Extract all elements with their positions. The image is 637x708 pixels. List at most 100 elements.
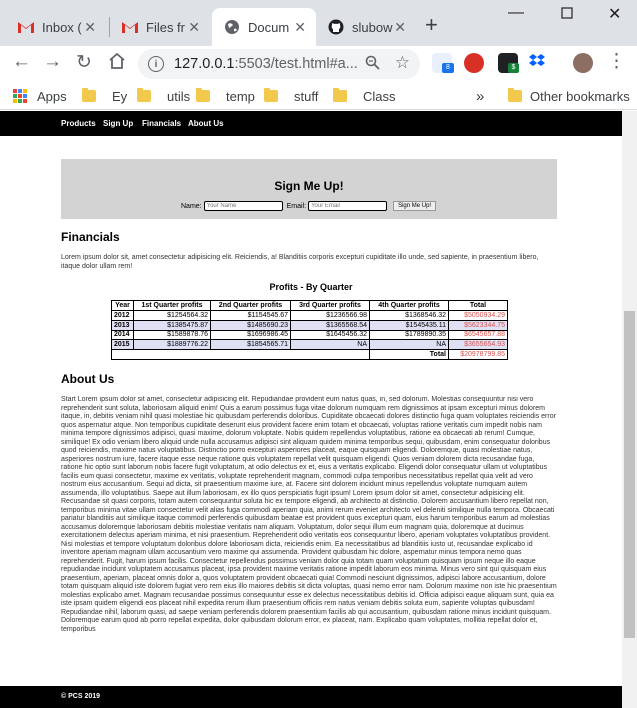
zoom-icon[interactable] [365,55,380,73]
bookmarks-overflow-icon[interactable]: » [476,86,484,106]
table-cell: NA [290,339,370,351]
globe-icon [224,19,240,35]
bookmark-folder[interactable]: stuff [264,86,318,106]
folder-icon [82,88,96,102]
bookmark-label: Apps [37,88,67,104]
table-cell-total: $5050934.29 [448,310,508,321]
bookmark-label: stuff [294,88,319,104]
page-viewport: Products Sign Up Financials About Us Sig… [0,111,622,708]
nav-link-products[interactable]: Products [61,119,96,128]
bookmarks-bar: Apps Ey utils temp stuff Class » Other b… [0,82,637,110]
folder-icon [264,88,278,102]
financials-heading: Financials [61,230,120,244]
home-icon[interactable] [108,52,126,75]
back-icon[interactable]: ← [12,51,31,73]
signup-submit-button[interactable]: Sign Me Up! [393,201,437,211]
nav-link-about-us[interactable]: About Us [188,119,224,128]
bookmark-star-icon[interactable]: ☆ [395,53,410,73]
close-icon[interactable]: ✕ [84,19,96,36]
extension-icon[interactable]: 8 [432,53,454,73]
dropbox-icon[interactable] [528,53,548,73]
folder-icon [137,88,151,102]
tab-github[interactable]: slubow ✕ [316,8,416,46]
tab-files[interactable]: Files fr ✕ [110,8,210,46]
nav-link-financials[interactable]: Financials [142,119,181,128]
table-cell: 2012 [111,310,134,321]
address-bar[interactable]: i 127.0.0.1:5503/test.html#a... ☆ [138,49,420,79]
name-label: Name: [181,202,202,210]
email-field[interactable] [308,201,388,211]
about-heading: About Us [61,372,115,386]
column-header: 4th Quarter profits [369,300,449,311]
table-cell: $1368546.32 [369,310,449,321]
table-cell: $1696986.45 [210,329,291,341]
info-icon[interactable]: i [148,56,164,72]
forward-icon[interactable]: → [43,51,62,73]
table-cell: $1589878.76 [133,329,211,341]
tab-title: Files fr [146,19,185,35]
grand-total: $20978799.85 [448,349,508,360]
gmail-icon [122,19,138,35]
extension-stop-icon[interactable] [464,53,484,73]
gmail-icon [18,19,34,35]
tab-document[interactable]: Docum ✕ [212,8,316,46]
scrollbar[interactable] [622,111,637,708]
table-row: 2014 $1589878.76 $1696986.45 $1645456.32… [111,329,508,341]
table-cell-total: $5623344.75 [448,319,508,331]
folder-icon [508,88,522,102]
folder-icon [333,88,347,102]
bookmark-folder[interactable]: temp [196,86,255,106]
column-header: Total [448,300,508,311]
email-label: Email: [286,202,307,210]
column-header: 1st Quarter profits [133,300,211,311]
bookmark-apps[interactable]: Apps [13,86,67,106]
table-cell-total: $6545657.88 [448,329,508,341]
table-cell: $1854565.71 [210,339,291,351]
bookmark-folder[interactable]: Ey [82,86,127,106]
table-total-row: Total $20978799.85 [112,349,508,360]
minimize-icon[interactable]: — [508,4,524,22]
close-icon[interactable]: ✕ [188,19,200,36]
table-cell-empty [112,350,370,360]
table-cell: $1236566.98 [290,310,370,321]
folder-icon [196,88,210,102]
table-row: 2015 $1889776.22 $1854565.71 NA NA $3655… [111,339,508,351]
table-cell: $1365568.54 [290,319,370,331]
tab-inbox[interactable]: Inbox ( ✕ [6,8,106,46]
column-header: Year [111,300,134,311]
close-icon[interactable]: ✕ [394,19,406,36]
bookmark-label: utils [167,88,191,104]
close-icon[interactable]: ✕ [294,19,306,36]
bookmark-folder[interactable]: utils [137,86,190,106]
table-header-row: Year 1st Quarter profits 2nd Quarter pro… [111,300,508,311]
url-path: :5503/test.html#a... [234,56,358,72]
browser-toolbar: ← → ↻ i 127.0.0.1:5503/test.html#a... ☆ … [0,46,637,82]
table-cell-total: $3655654.93 [448,339,508,351]
table-cell: $1385475.87 [133,319,211,331]
bookmark-label: Class [363,88,396,104]
extension-icon[interactable]: $ [498,53,519,73]
signup-form: Name: Email: Sign Me Up! [181,201,437,211]
maximize-icon[interactable] [561,6,573,24]
close-window-icon[interactable]: ✕ [608,4,621,24]
url-text[interactable]: 127.0.0.1:5503/test.html#a... [174,56,358,72]
table-cell: $1545435.11 [369,319,449,331]
nav-link-sign-up[interactable]: Sign Up [103,119,133,128]
bookmark-other[interactable]: Other bookmarks [508,86,630,106]
avatar[interactable] [573,53,593,73]
profits-table: Year 1st Quarter profits 2nd Quarter pro… [111,300,508,360]
reload-icon[interactable]: ↻ [76,51,92,74]
new-tab-icon[interactable]: + [425,12,438,38]
scrollbar-thumb[interactable] [624,311,635,638]
column-header: 3rd Quarter profits [290,300,370,311]
tab-title: Docum [248,19,290,35]
table-row: 2013 $1385475.87 $1485690.23 $1365568.54… [111,319,508,331]
name-field[interactable] [203,201,283,211]
tab-title: slubow [352,19,393,35]
bookmark-folder[interactable]: Class [333,86,396,106]
table-cell: 2014 [111,329,134,341]
table-cell: 2013 [111,319,134,331]
menu-dots-icon[interactable]: ⋮ [607,50,626,73]
signup-title: Sign Me Up! [274,179,344,193]
profits-table-title: Profits - By Quarter [269,282,353,292]
